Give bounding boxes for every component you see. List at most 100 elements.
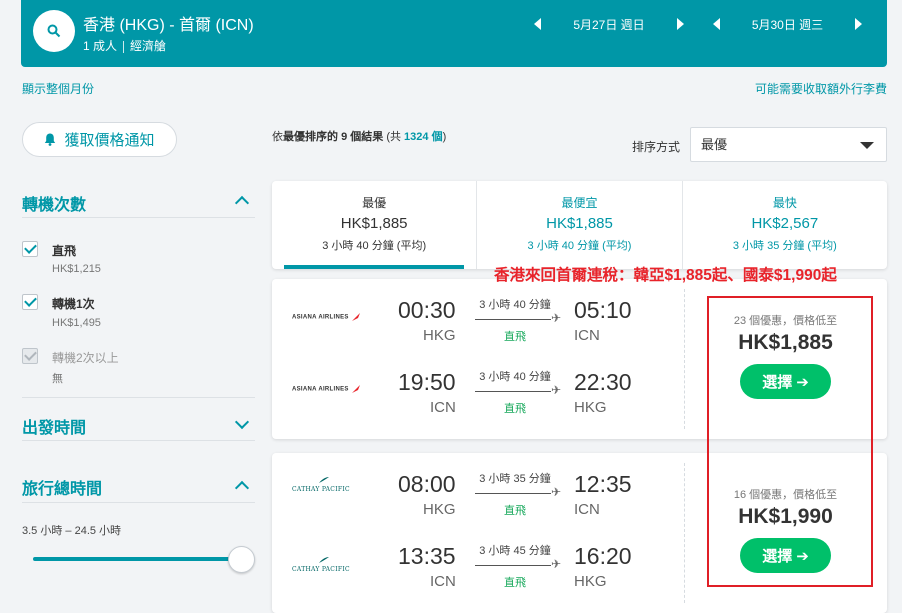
price-alert-button[interactable]: 獲取價格通知 [22,122,177,157]
flight-path-line [475,391,551,392]
cathay-brushwing-icon [319,477,329,483]
stops-direct-price: HK$1,215 [52,263,101,275]
tab-best[interactable]: 最優 HK$1,885 3 小時 40 分鐘 (平均) [272,181,476,269]
flight-leg-return: ASIANA AIRLINES 19:50 ICN 3 小時 40 分鐘 ✈ 直… [272,351,682,421]
search-icon [47,24,61,38]
arrival-airport: HKG [574,399,607,416]
price-alert-label: 獲取價格通知 [64,132,155,149]
tab-name: 最便宜 [561,196,598,210]
departure-time: 13:35 [398,543,456,569]
result-count-value: 9 個結果 [341,131,384,143]
tab-duration: 3 小時 35 分鐘 (平均) [732,240,837,252]
chevron-down-icon[interactable] [234,414,250,430]
departure-airport: ICN [430,399,456,416]
departure-time-section-title[interactable]: 出發時間 [22,414,86,438]
stops-text: 直飛 [504,577,526,589]
flight-duration: 3 小時 40 分鐘 [479,299,551,311]
stops-direct-checkbox[interactable] [22,241,38,257]
result-prefix: 依 [272,131,283,143]
airline-name: ASIANA AIRLINES [292,386,349,393]
asiana-wing-icon [351,385,360,393]
flight-path-line [475,493,551,494]
divider [22,440,255,441]
flight-leg-outbound: ASIANA AIRLINES 00:30 HKG 3 小時 40 分鐘 ✈ 直… [272,279,682,349]
tab-cheapest[interactable]: 最便宜 HK$1,885 3 小時 40 分鐘 (平均) [476,181,681,269]
airline-logo: CATHAY PACIFIC [292,557,350,573]
departure-time: 00:30 [398,297,456,323]
flight-path-line [475,319,551,320]
depart-date[interactable]: 5月27日 週日 [541,16,677,33]
result-total-prefix: (共 [386,131,401,143]
stops-two-plus-checkbox [22,348,38,364]
next-return-date-icon[interactable] [855,18,862,30]
arrival-airport: HKG [574,573,607,590]
stops-section-title[interactable]: 轉機次數 [22,191,86,215]
stops-two-plus-label: 轉機2次以上 [52,351,119,365]
search-button[interactable] [33,10,75,52]
tab-name: 最優 [362,196,387,210]
next-depart-date-icon[interactable] [677,18,684,30]
sort-select-value: 最優 [701,137,728,152]
caret-down-icon [860,142,874,149]
tab-price: HK$1,885 [340,215,408,232]
stops-one-label: 轉機1次 [52,297,95,311]
show-month-link[interactable]: 顯示整個月份 [22,80,94,97]
divider [22,217,255,218]
stops-one-price: HK$1,495 [52,317,101,329]
separator [123,40,125,53]
departure-airport: HKG [423,501,456,518]
plane-icon: ✈ [551,557,562,571]
airline-logo: ASIANA AIRLINES [292,384,361,394]
baggage-fee-link[interactable]: 可能需要收取額外行李費 [755,80,887,97]
sort-tabs: 最優 HK$1,885 3 小時 40 分鐘 (平均) 最便宜 HK$1,885… [272,181,887,269]
sort-label: 排序方式 [632,140,681,154]
airline-logo: CATHAY PACIFIC [292,477,350,493]
stops-text: 直飛 [504,403,526,415]
prev-depart-date-icon[interactable] [534,18,541,30]
duration-slider-handle[interactable] [228,546,255,573]
tab-fastest[interactable]: 最快 HK$2,567 3 小時 35 分鐘 (平均) [681,181,887,269]
cathay-brushwing-icon [319,557,329,563]
arrival-time: 05:10 [574,297,632,323]
flight-leg-outbound: CATHAY PACIFIC 08:00 HKG 3 小時 35 分鐘 ✈ 直飛… [272,453,682,523]
stops-two-plus-price: 無 [52,373,63,385]
return-date-nav: 5月30日 週三 [713,14,862,34]
duration-range-text: 3.5 小時 – 24.5 小時 [22,525,122,537]
airline-name: ASIANA AIRLINES [292,314,349,321]
depart-date-nav: 5月27日 週日 [534,14,684,34]
stops-one-checkbox[interactable] [22,294,38,310]
arrival-time: 16:20 [574,543,632,569]
search-summary-bar[interactable]: 香港 (HKG) - 首爾 (ICN) 1 成人 經濟艙 5月27日 週日 5月3… [21,0,887,67]
prev-return-date-icon[interactable] [713,18,720,30]
flight-duration: 3 小時 35 分鐘 [479,473,551,485]
route-details: 1 成人 經濟艙 [83,37,166,54]
stops-text: 直飛 [504,505,526,517]
result-count: 依最優排序的 9 個結果 (共 1324 個) [272,128,446,144]
sort-select[interactable]: 最優 [690,127,887,162]
tab-price: HK$1,885 [546,215,613,232]
duration-slider-track[interactable] [33,557,241,561]
cabin-class: 經濟艙 [130,39,167,53]
arrival-airport: ICN [574,501,600,518]
departure-airport: ICN [430,573,456,590]
arrival-time: 12:35 [574,471,632,497]
chevron-up-icon[interactable] [234,480,250,496]
arrival-airport: ICN [574,327,600,344]
return-date[interactable]: 5月30日 週三 [720,16,855,33]
stops-direct-label: 直飛 [52,244,77,258]
divider [22,502,255,503]
highlight-box [707,296,873,587]
chevron-up-icon[interactable] [234,195,250,211]
flight-duration: 3 小時 45 分鐘 [479,545,551,557]
airline-name: CATHAY PACIFIC [292,566,350,573]
price-annotation: 香港來回首爾連稅：韓亞$1,885起、國泰$1,990起 [494,267,837,284]
plane-icon: ✈ [551,383,562,397]
airline-name: CATHAY PACIFIC [292,486,350,493]
bell-icon [45,133,56,146]
tab-duration: 3 小時 40 分鐘 (平均) [322,240,427,252]
stops-text: 直飛 [504,331,526,343]
tab-name: 最快 [772,196,797,210]
duration-section-title[interactable]: 旅行總時間 [22,475,102,499]
result-total-suffix: ) [442,131,447,143]
airline-logo: ASIANA AIRLINES [292,312,361,322]
